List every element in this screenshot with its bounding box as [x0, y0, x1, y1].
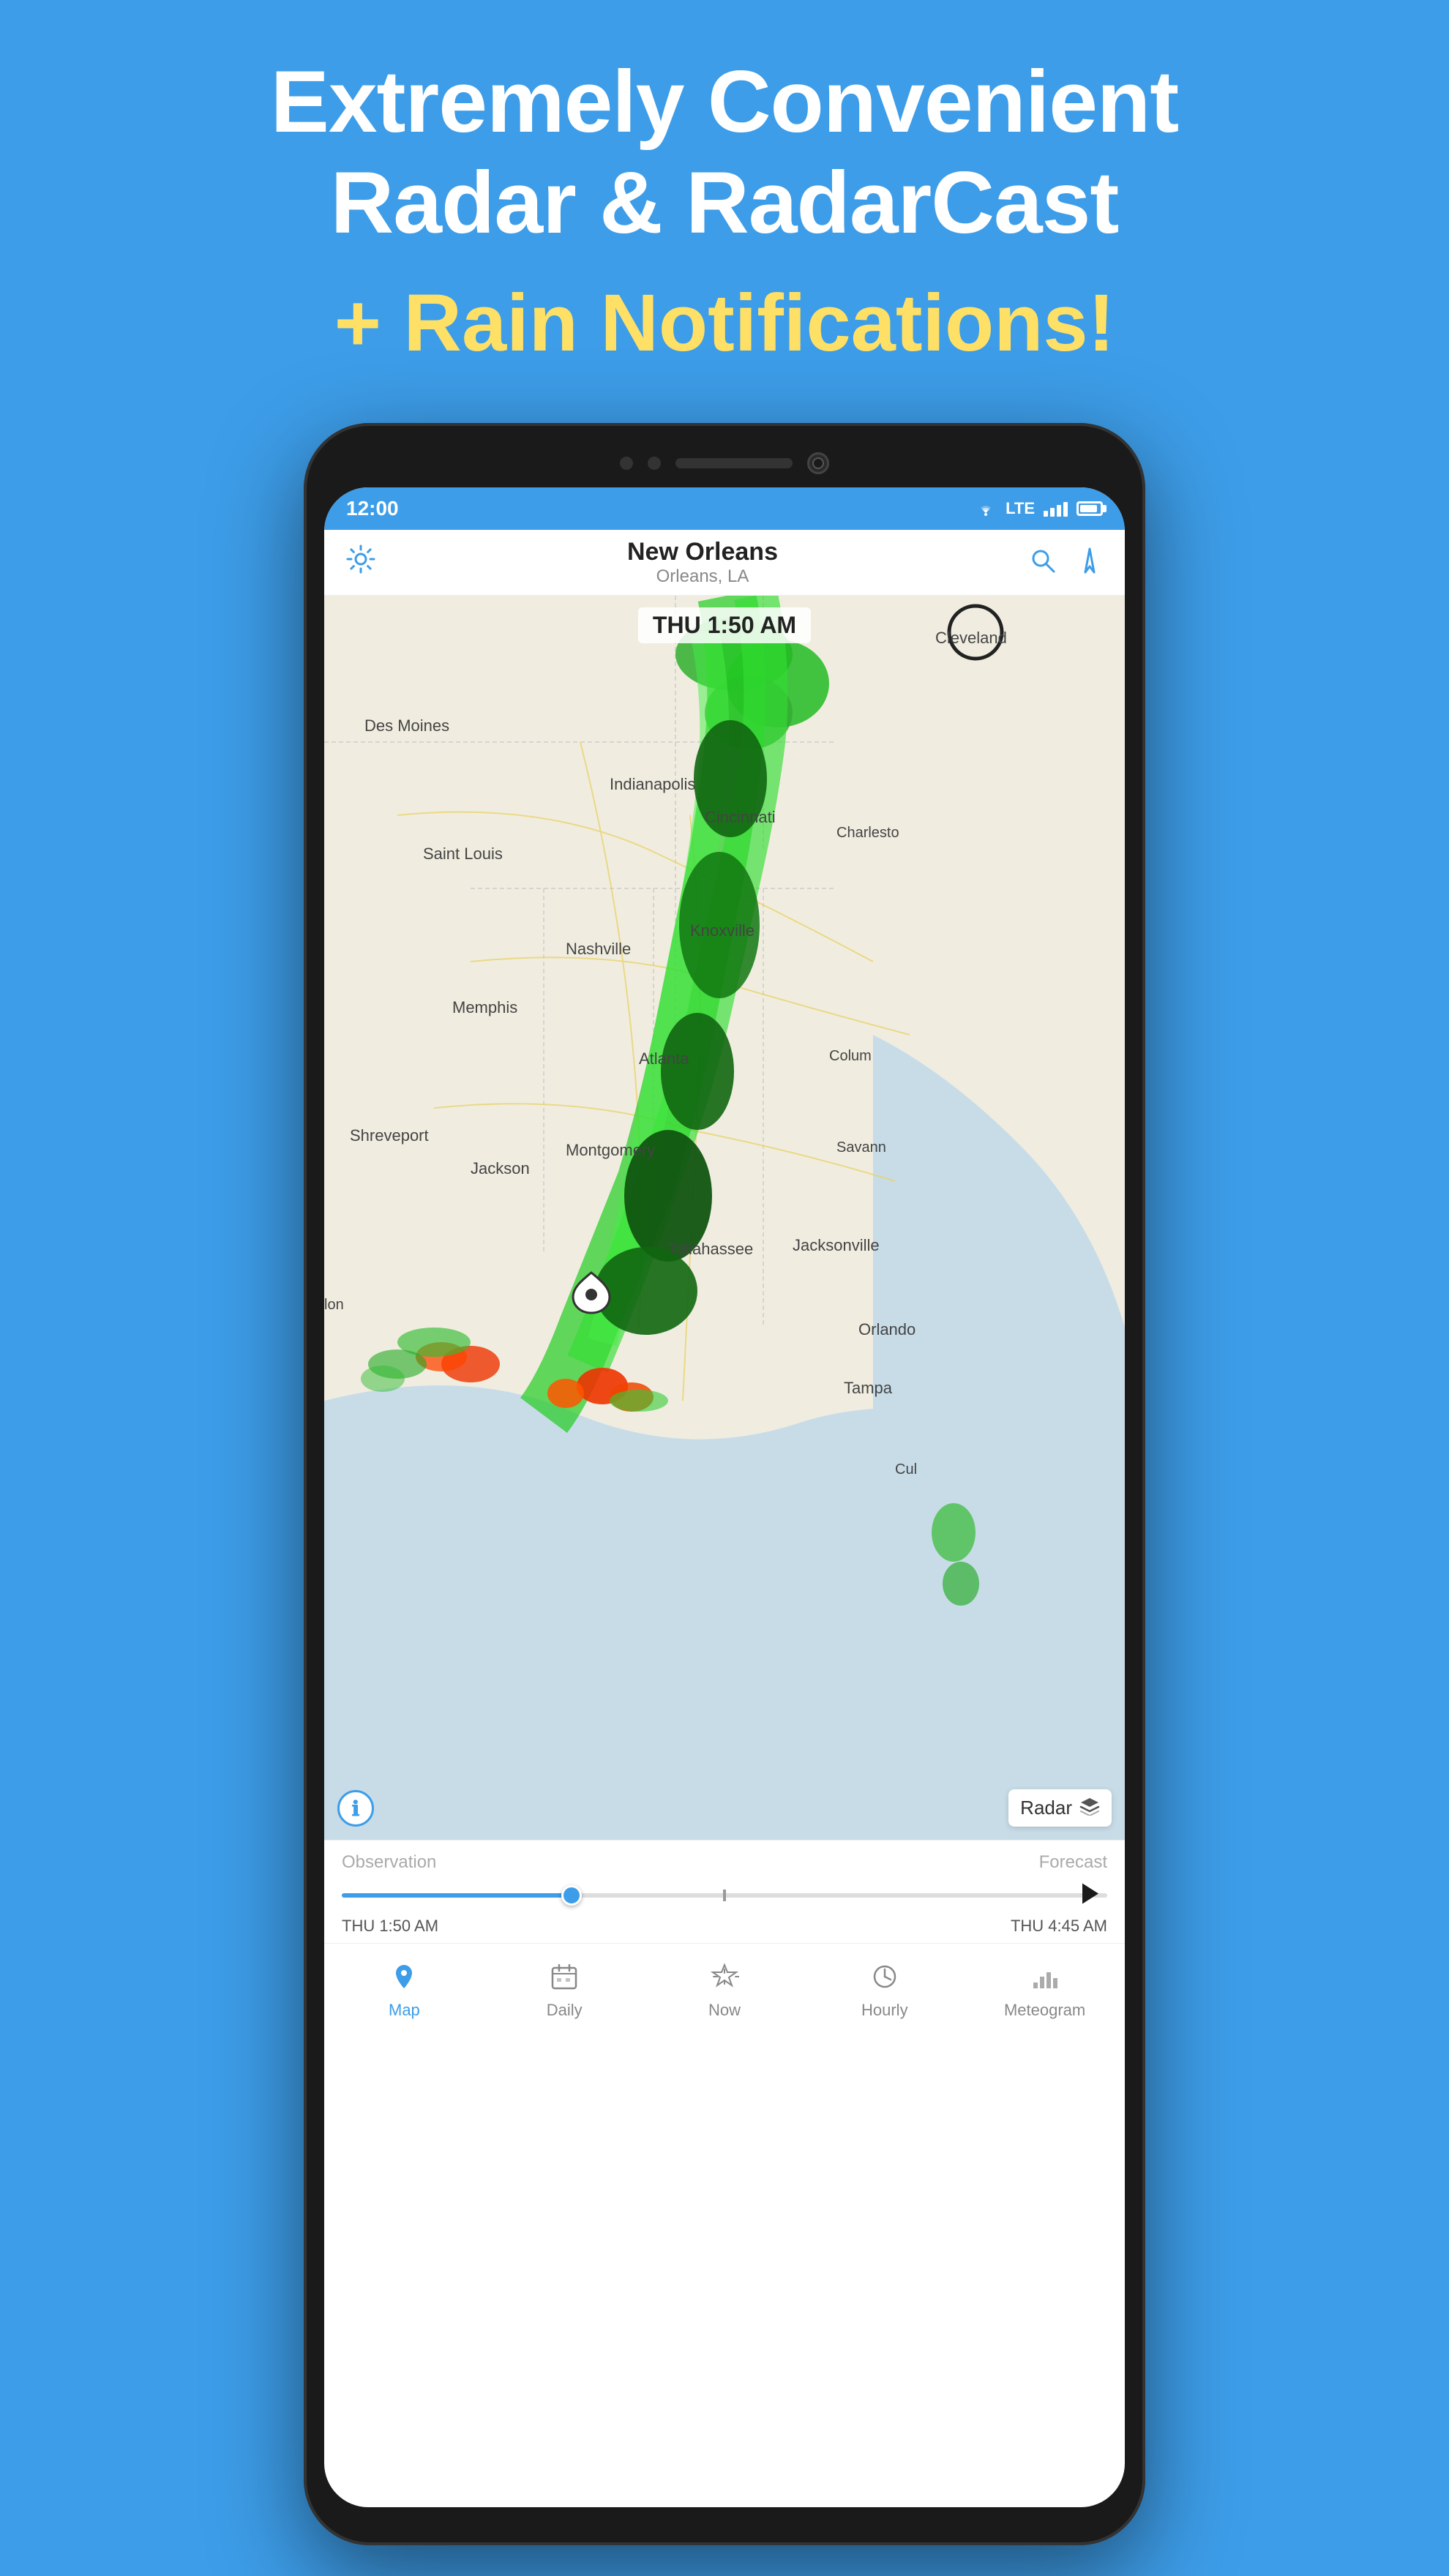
svg-text:Charlesto: Charlesto: [836, 825, 899, 841]
notch-speaker: [675, 458, 793, 468]
daily-nav-icon: [550, 1962, 579, 1996]
signal-bar-1: [1044, 511, 1048, 517]
info-button[interactable]: ℹ: [337, 1790, 374, 1827]
title-line1: Extremely Convenient: [271, 53, 1178, 151]
app-header: New Orleans Orleans, LA: [324, 530, 1125, 596]
forecast-label: Forecast: [1039, 1852, 1107, 1873]
svg-text:Tampa: Tampa: [844, 1379, 893, 1397]
timeline-wrapper[interactable]: [342, 1879, 1107, 1912]
status-time: 12:00: [346, 497, 399, 520]
play-button[interactable]: [1069, 1875, 1107, 1917]
header-actions: [1028, 546, 1104, 579]
phone-notch: [324, 445, 1125, 487]
svg-text:Knoxville: Knoxville: [690, 921, 755, 940]
svg-text:Tallahassee: Tallahassee: [668, 1240, 753, 1258]
svg-text:Cleveland: Cleveland: [935, 629, 1007, 647]
timeline-end-time: THU 4:45 AM: [1011, 1917, 1107, 1936]
lte-label: LTE: [1006, 499, 1035, 518]
signal-bar-4: [1063, 502, 1068, 517]
timeline-filled: [342, 1893, 572, 1898]
search-icon[interactable]: [1028, 546, 1057, 579]
title-line2: Radar & RadarCast: [331, 154, 1119, 252]
svg-text:Colum: Colum: [829, 1048, 872, 1064]
svg-text:Cincinnati: Cincinnati: [705, 808, 776, 826]
svg-text:Saint Louis: Saint Louis: [423, 845, 503, 863]
navigation-icon[interactable]: [1075, 546, 1104, 579]
battery-fill: [1080, 505, 1097, 512]
svg-text:Jackson: Jackson: [471, 1159, 530, 1177]
observation-label: Observation: [342, 1852, 436, 1873]
location-name: New Orleans: [392, 538, 1014, 566]
svg-text:Nashville: Nashville: [566, 940, 631, 958]
phone-frame: 12:00 LTE: [304, 423, 1145, 2545]
now-nav-icon: [710, 1962, 739, 1996]
nav-item-meteogram[interactable]: Meteogram: [965, 1962, 1125, 2020]
phone-screen: 12:00 LTE: [324, 487, 1125, 2507]
timeline-track[interactable]: [342, 1893, 1107, 1898]
signal-bars: [1044, 501, 1068, 517]
svg-text:Savann: Savann: [836, 1139, 886, 1156]
timeline-marker: [723, 1890, 726, 1901]
svg-text:Orlando: Orlando: [858, 1320, 916, 1338]
bottom-nav: Map Daily: [324, 1943, 1125, 2038]
notch-dot-right: [648, 457, 661, 470]
signal-bar-2: [1050, 508, 1055, 517]
svg-text:Des Moines: Des Moines: [364, 716, 449, 735]
now-nav-label: Now: [708, 2001, 741, 2020]
timeline-thumb[interactable]: [561, 1885, 582, 1906]
map-timestamp: THU 1:50 AM: [638, 607, 811, 643]
map-svg: Des Moines Cleveland Indianapolis Cincin…: [324, 596, 1125, 1840]
timeline-labels: Observation Forecast: [342, 1852, 1107, 1873]
timeline-start-time: THU 1:50 AM: [342, 1917, 438, 1936]
svg-text:Indianapolis: Indianapolis: [610, 775, 695, 793]
notch-dot-left: [620, 457, 633, 470]
layers-icon: [1079, 1795, 1100, 1821]
svg-text:Montgomery: Montgomery: [566, 1141, 655, 1159]
hourly-nav-icon: [870, 1962, 899, 1996]
status-icons: LTE: [975, 499, 1103, 518]
map-nav-label: Map: [389, 2001, 420, 2020]
gear-icon[interactable]: [345, 543, 377, 583]
status-bar: 12:00 LTE: [324, 487, 1125, 530]
radar-label: Radar: [1020, 1797, 1072, 1819]
timeline-section: Observation Forecast: [324, 1840, 1125, 1943]
svg-text:Shreveport: Shreveport: [350, 1126, 429, 1145]
header-title: Extremely Convenient Radar & RadarCast: [73, 51, 1376, 253]
svg-text:Memphis: Memphis: [452, 998, 517, 1016]
daily-nav-label: Daily: [547, 2001, 583, 2020]
svg-text:lon: lon: [324, 1297, 344, 1313]
header-section: Extremely Convenient Radar & RadarCast +…: [0, 0, 1449, 408]
meteogram-nav-label: Meteogram: [1004, 2001, 1085, 2020]
signal-bar-3: [1057, 505, 1061, 517]
nav-item-hourly[interactable]: Hourly: [804, 1962, 965, 2020]
radar-button[interactable]: Radar: [1008, 1789, 1112, 1827]
nav-item-now[interactable]: Now: [645, 1962, 805, 2020]
location-info: New Orleans Orleans, LA: [392, 538, 1014, 587]
nav-item-daily[interactable]: Daily: [484, 1962, 645, 2020]
location-sub: Orleans, LA: [392, 566, 1014, 587]
phone-wrapper: 12:00 LTE: [0, 423, 1449, 2545]
battery-icon: [1077, 501, 1103, 516]
wifi-icon: [975, 500, 997, 517]
svg-text:Cul: Cul: [895, 1461, 917, 1478]
notch-camera: [807, 452, 829, 474]
map-container[interactable]: Des Moines Cleveland Indianapolis Cincin…: [324, 596, 1125, 1840]
header-subtitle: + Rain Notifications!: [73, 275, 1376, 372]
svg-text:Jacksonville: Jacksonville: [793, 1236, 880, 1254]
hourly-nav-label: Hourly: [861, 2001, 908, 2020]
map-nav-icon: [389, 1962, 419, 1996]
svg-text:Atlanta: Atlanta: [639, 1049, 689, 1068]
timeline-times: THU 1:50 AM THU 4:45 AM: [342, 1917, 1107, 1936]
meteogram-nav-icon: [1030, 1962, 1060, 1996]
nav-item-map[interactable]: Map: [324, 1962, 484, 2020]
